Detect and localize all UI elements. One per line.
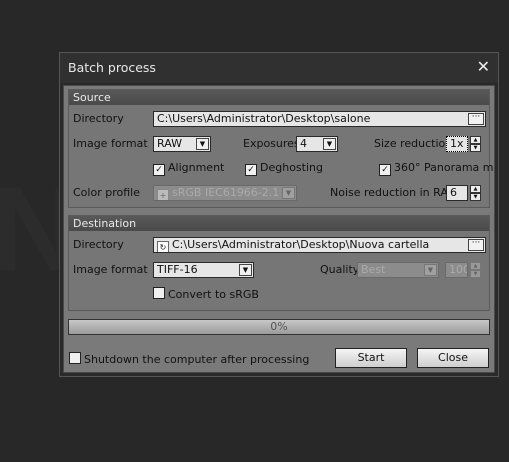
checkmark-icon: ✓ [245, 164, 257, 176]
chevron-down-icon: ▼ [282, 187, 295, 199]
destination-directory-field[interactable]: ↻ C:\Users\Administrator\Desktop\Nuova ca… [153, 237, 486, 253]
exposures-label: Exposures [243, 137, 300, 150]
spin-down-icon[interactable]: ▼ [470, 270, 481, 278]
source-directory-value: C:\Users\Administrator\Desktop\salone [157, 112, 371, 125]
close-icon[interactable]: ✕ [477, 57, 490, 77]
checkbox-empty-icon [153, 287, 165, 299]
progress-bar: 0% [68, 319, 490, 335]
alignment-checkbox[interactable]: ✓ Alignment [153, 161, 224, 176]
convert-srgb-checkbox[interactable]: Convert to sRGB [153, 287, 259, 301]
noise-reduction-value: 6 [450, 186, 457, 199]
source-directory-label: Directory [73, 112, 124, 125]
close-button[interactable]: Close [417, 348, 489, 368]
progress-text: 0% [270, 320, 288, 333]
checkmark-icon: ✓ [153, 164, 165, 176]
chevron-down-icon: ▼ [196, 138, 209, 150]
size-reduction-field[interactable]: 1x [446, 136, 468, 152]
profile-icon: + [157, 189, 169, 200]
browse-icon[interactable]: ··· [468, 113, 484, 125]
checkbox-empty-icon [69, 352, 81, 364]
destination-image-format-label: Image format [73, 263, 148, 276]
noise-reduction-spinner[interactable]: ▲ ▼ [470, 185, 481, 201]
size-reduction-value: 1x [450, 137, 464, 150]
checkmark-icon: ✓ [379, 164, 391, 176]
folder-open-icon[interactable]: ↻ [157, 241, 169, 252]
quality-select[interactable]: Best ▼ [357, 262, 439, 278]
source-image-format-label: Image format [73, 137, 148, 150]
destination-group: Destination Directory ↻ C:\Users\Administ… [68, 215, 490, 311]
alignment-label: Alignment [168, 161, 225, 174]
destination-image-format-select[interactable]: TIFF-16 ▼ [153, 262, 254, 278]
panorama-label: 360° Panorama m [394, 161, 494, 174]
spin-down-icon[interactable]: ▼ [470, 144, 481, 152]
color-profile-select[interactable]: + sRGB IEC61966-2.1 ▼ [153, 185, 297, 201]
spin-up-icon[interactable]: ▲ [470, 262, 481, 270]
noise-reduction-field[interactable]: 6 [446, 185, 468, 201]
quality-number-value: 100 [449, 263, 468, 276]
quality-value: Best [361, 263, 386, 276]
source-group: Source Directory C:\Users\Administrator\… [68, 89, 494, 208]
quality-label: Quality [320, 263, 360, 276]
start-button[interactable]: Start [335, 348, 407, 368]
convert-srgb-label: Convert to sRGB [168, 288, 259, 301]
chevron-down-icon: ▼ [323, 138, 336, 150]
window-title: Batch process [68, 60, 156, 75]
source-directory-field[interactable]: C:\Users\Administrator\Desktop\salone ··… [153, 111, 486, 127]
size-reduction-spinner[interactable]: ▲ ▼ [470, 136, 481, 152]
source-header: Source [69, 90, 489, 105]
chevron-down-icon: ▼ [424, 264, 437, 276]
destination-directory-value: C:\Users\Administrator\Desktop\Nuova car… [172, 238, 430, 251]
source-image-format-select[interactable]: RAW ▼ [153, 136, 211, 152]
deghosting-label: Deghosting [260, 161, 323, 174]
title-bar: Batch process ✕ [60, 53, 498, 83]
destination-header: Destination [69, 216, 489, 231]
size-reduction-label: Size reduction [374, 137, 453, 150]
color-profile-value: sRGB IEC61966-2.1 [172, 186, 280, 199]
destination-image-format-value: TIFF-16 [157, 263, 198, 276]
spin-down-icon[interactable]: ▼ [470, 193, 481, 201]
batch-process-dialog: Batch process ✕ Source Directory C:\User… [59, 52, 499, 377]
noise-reduction-label: Noise reduction in RAW [330, 186, 459, 199]
shutdown-label: Shutdown the computer after processing [84, 353, 310, 366]
dialog-body: Source Directory C:\Users\Administrator\… [63, 85, 495, 373]
quality-number-field[interactable]: 100 [445, 262, 468, 278]
browse-icon[interactable]: ··· [468, 239, 484, 251]
quality-spinner[interactable]: ▲ ▼ [470, 262, 481, 278]
spin-up-icon[interactable]: ▲ [470, 136, 481, 144]
source-image-format-value: RAW [157, 137, 182, 150]
exposures-select[interactable]: 4 ▼ [296, 136, 338, 152]
spin-up-icon[interactable]: ▲ [470, 185, 481, 193]
color-profile-label: Color profile [73, 186, 140, 199]
deghosting-checkbox[interactable]: ✓ Deghosting [245, 161, 323, 176]
panorama-checkbox[interactable]: ✓ 360° Panorama m [379, 161, 494, 176]
chevron-down-icon: ▼ [239, 264, 252, 276]
shutdown-checkbox[interactable]: Shutdown the computer after processing [69, 352, 309, 366]
exposures-value: 4 [300, 137, 307, 150]
destination-directory-label: Directory [73, 238, 124, 251]
